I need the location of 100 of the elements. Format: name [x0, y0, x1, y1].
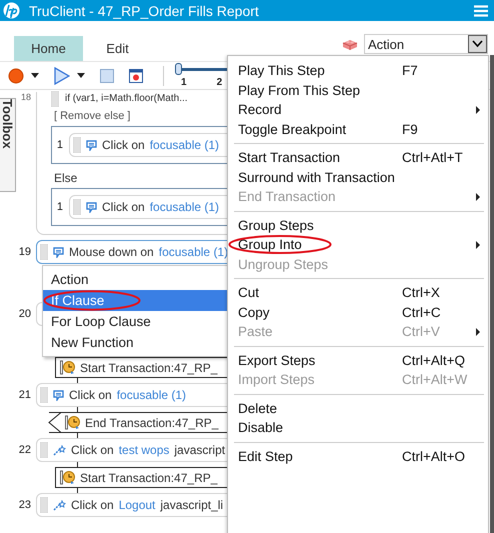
record-window-icon[interactable] — [129, 68, 143, 82]
else-label: Else — [54, 171, 78, 185]
step-number: 21 — [18, 389, 32, 401]
step-box[interactable]: Click on focusable (1) — [69, 133, 228, 157]
shortcut-label: Ctrl+V — [402, 324, 440, 340]
step-box[interactable]: Click on focusable (1) — [69, 195, 228, 219]
step-number: 22 — [18, 444, 32, 456]
menu-item[interactable]: Group Into — [228, 235, 488, 254]
step-box[interactable]: Click on Logout javascript_li — [36, 493, 228, 517]
slider-tick-label: 2 — [216, 77, 222, 88]
slider-thumb[interactable] — [175, 63, 182, 75]
drag-handle[interactable] — [40, 442, 48, 458]
menu-item-label: Play From This Step — [238, 82, 360, 98]
menu-item[interactable]: Record — [228, 100, 488, 120]
wand-icon — [53, 444, 66, 456]
tab[interactable]: Edit — [83, 36, 152, 61]
menu-icon[interactable] — [474, 4, 488, 16]
step-action: Click on — [71, 498, 114, 512]
menu-item[interactable]: Export Steps Ctrl+Alt+Q — [228, 350, 488, 370]
drag-handle[interactable] — [73, 137, 81, 153]
remove-else-link[interactable]: [ Remove else ] — [54, 110, 228, 122]
step-target-link[interactable]: Logout — [118, 498, 156, 512]
shortcut-label: Ctrl+X — [402, 285, 440, 300]
end-transaction-box[interactable]: End Transaction:47_RP_ — [49, 412, 228, 433]
shortcut-label: Ctrl+Alt+O — [402, 448, 466, 464]
play-icon[interactable] — [54, 66, 70, 84]
step-box[interactable]: Click on test wops javascript — [36, 438, 228, 462]
menu-item-label: Record — [238, 102, 282, 118]
step-target-link[interactable]: focusable (1) — [158, 245, 228, 259]
drag-handle[interactable] — [73, 199, 81, 215]
menu-item-label: Paste — [238, 324, 273, 340]
menu-item[interactable]: Toggle Breakpoint F9 — [228, 120, 488, 139]
transaction-clock-icon — [65, 415, 81, 430]
step-action: Click on — [69, 388, 112, 402]
menu-item[interactable]: Surround with Transaction — [228, 168, 488, 187]
menu-item-label: Edit Step — [238, 448, 293, 464]
step-target-link[interactable]: test wops — [118, 443, 170, 457]
start-transaction-box[interactable]: Start Transaction:47_RP_ — [55, 467, 228, 488]
shortcut-label: F7 — [402, 63, 418, 78]
step-number: 23 — [18, 499, 32, 511]
if-condition: if (var1, i=Math.floor(Math... — [65, 93, 188, 104]
step-number: 1 — [56, 201, 64, 213]
menu-item[interactable]: Play This Step F7 — [228, 61, 488, 80]
menu-item-label: Import Steps — [238, 372, 315, 388]
slider-tick-label: 1 — [181, 77, 187, 88]
step-number: 20 — [18, 308, 32, 320]
menu-item[interactable]: Group Steps — [228, 216, 488, 235]
record-icon[interactable] — [8, 68, 24, 84]
step-action: Click on — [102, 138, 145, 152]
speech-bubble-icon — [53, 390, 64, 400]
step-action: Click on — [102, 200, 145, 214]
shortcut-label: Ctrl+Alt+W — [402, 372, 468, 388]
transaction-label: End Transaction:47_RP_ — [85, 416, 218, 430]
menu-item[interactable]: Disable — [228, 418, 488, 438]
toolbox-tab[interactable]: Toolbox — [0, 98, 16, 192]
wand-icon — [53, 500, 66, 510]
dropdown-value: Action — [367, 36, 406, 52]
menu-item[interactable]: Edit Step Ctrl+Alt+O — [228, 446, 488, 466]
caret-icon[interactable] — [31, 73, 39, 78]
menu-item[interactable]: Play From This Step — [228, 80, 488, 100]
stop-icon[interactable] — [100, 68, 114, 82]
menu-item-label: Copy — [238, 304, 270, 320]
menu-item-label: Ungroup Steps — [238, 256, 328, 272]
brick-icon — [342, 38, 358, 50]
menu-item[interactable]: Start Transaction Ctrl+Atl+T — [228, 148, 488, 168]
shortcut-label: Ctrl+C — [402, 304, 441, 320]
shortcut-label: Ctrl+Alt+Q — [402, 352, 466, 368]
menu-item-label: Group Steps — [238, 218, 314, 233]
menu-item-label: Play This Step — [238, 63, 325, 78]
caret-icon[interactable] — [77, 73, 85, 78]
menu-item-label: Disable — [238, 420, 284, 436]
shortcut-label: Ctrl+Atl+T — [402, 150, 463, 166]
step-detail: javascript — [174, 443, 226, 457]
step-box[interactable]: Mouse down on focusable (1) — [36, 240, 228, 264]
drag-handle[interactable] — [40, 497, 48, 513]
transaction-clock-icon — [60, 470, 76, 485]
step-target-link[interactable]: focusable (1) — [150, 138, 220, 152]
menu-item[interactable]: Delete — [228, 398, 488, 418]
step-number: 18 — [20, 92, 32, 102]
step-number: 1 — [56, 139, 64, 151]
step-target-link[interactable]: focusable (1) — [150, 200, 220, 214]
step-box[interactable]: Click on focusable (1) — [36, 383, 228, 407]
action-dropdown[interactable]: Action — [364, 34, 488, 54]
speech-bubble-icon — [86, 202, 97, 212]
drag-handle[interactable] — [40, 387, 48, 403]
pointed-edge-icon — [48, 412, 62, 433]
start-transaction-box[interactable]: Start Transaction:47_RP_ — [55, 357, 228, 378]
transaction-label: Start Transaction:47_RP_ — [80, 360, 218, 374]
step-target-link[interactable]: focusable (1) — [116, 388, 186, 402]
drag-handle[interactable] — [40, 244, 48, 260]
menu-item-label: Group Into — [238, 237, 302, 252]
drag-handle[interactable] — [51, 90, 59, 106]
menu-item-label: Export Steps — [238, 352, 316, 368]
menu-item-label: Delete — [238, 400, 278, 416]
menu-item-label: Cut — [238, 285, 260, 300]
tab[interactable]: Home — [14, 36, 83, 61]
step-action: Mouse down on — [69, 245, 154, 259]
menu-item-label: Surround with Transaction — [238, 170, 395, 185]
transaction-label: Start Transaction:47_RP_ — [80, 470, 218, 484]
step-number: 19 — [18, 246, 32, 258]
